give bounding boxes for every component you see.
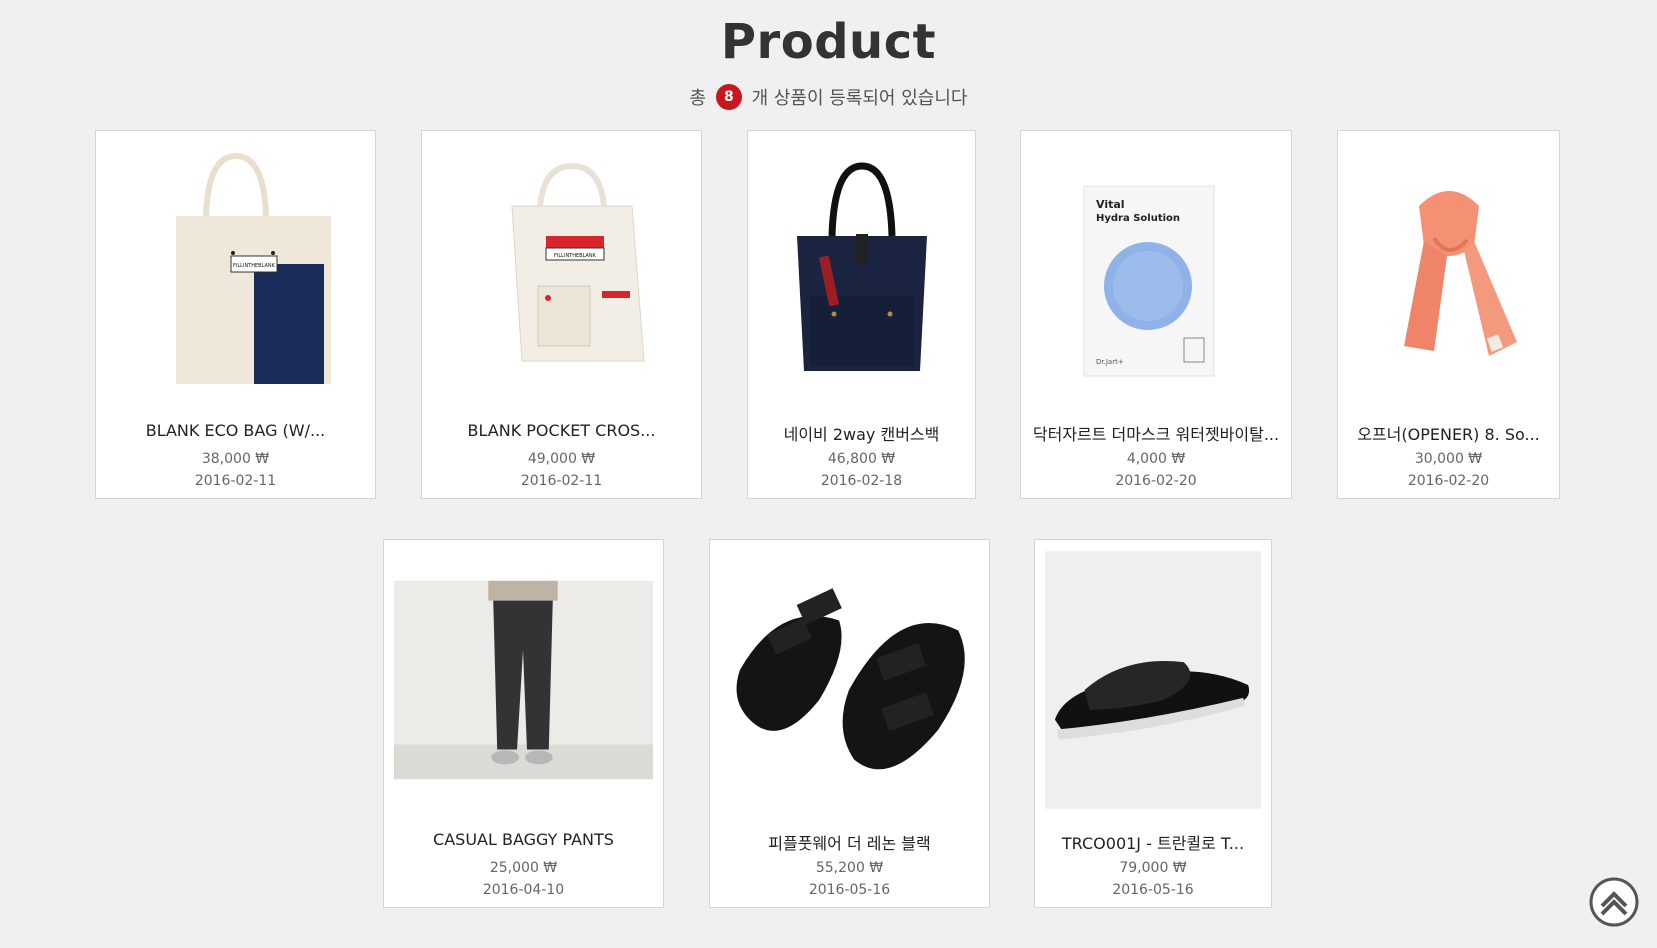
face-mask-image[interactable]: Vital Hydra Solution Dr.Jart+	[1031, 141, 1281, 401]
product-price: 30,000 ₩	[1414, 451, 1483, 467]
navy-canvas-bag-image[interactable]	[758, 141, 965, 401]
count-suffix: 개 상품이 등록되어 있습니다	[751, 88, 968, 109]
product-price: 25,000 ₩	[489, 860, 558, 876]
product-date: 2016-02-18	[820, 473, 903, 489]
scroll-top-button[interactable]	[1588, 876, 1640, 928]
product-name[interactable]: BLANK POCKET CROS...	[428, 421, 695, 440]
product-name[interactable]: 닥터자르트 더마스크 워터젯바이탈...	[1027, 421, 1285, 445]
product-date: 2016-05-16	[1112, 882, 1194, 898]
product-name[interactable]: BLANK ECO BAG (W/...	[102, 421, 369, 440]
eco-bag-image[interactable]: FILLINTHEBLANK	[106, 141, 365, 401]
product-name[interactable]: TRCO001J - 트란퀼로 T...	[1041, 830, 1265, 854]
product-name[interactable]: CASUAL BAGGY PANTS	[390, 830, 657, 849]
product-price: 55,200 ₩	[815, 860, 884, 876]
product-name[interactable]: 오프너(OPENER) 8. So...	[1344, 421, 1553, 445]
baggy-pants-image[interactable]	[394, 550, 653, 810]
product-card-7[interactable]: 피플풋웨어 더 레논 블랙 55,200 ₩ 2016-05-16	[709, 539, 990, 908]
svg-text:FILLINTHEBLANK: FILLINTHEBLANK	[554, 253, 597, 259]
product-date: 2016-02-11	[194, 473, 277, 489]
product-card-4[interactable]: Vital Hydra Solution Dr.Jart+ 닥터자르트 더마스크…	[1020, 130, 1292, 499]
woven-slide-image[interactable]	[1045, 550, 1261, 810]
product-card-5[interactable]: 오프너(OPENER) 8. So... 30,000 ₩ 2016-02-20	[1337, 130, 1560, 499]
product-price: 46,800 ₩	[827, 451, 896, 467]
page-title: Product	[720, 14, 937, 70]
product-card-2[interactable]: FILLINTHEBLANK BLANK POCKET CROS... 49,0…	[421, 130, 702, 499]
product-count-badge: 8	[715, 84, 742, 110]
product-count-line: 총 8 개 상품이 등록되어 있습니다	[0, 84, 1657, 112]
product-card-3[interactable]: 네이비 2way 캔버스백 46,800 ₩ 2016-02-18	[747, 130, 976, 499]
product-card-6[interactable]: CASUAL BAGGY PANTS 25,000 ₩ 2016-04-10	[383, 539, 664, 908]
product-date: 2016-02-20	[1115, 473, 1197, 489]
product-price: 79,000 ₩	[1119, 860, 1187, 876]
product-name[interactable]: 네이비 2way 캔버스백	[754, 421, 969, 445]
svg-text:Dr.Jart+: Dr.Jart+	[1096, 358, 1124, 366]
product-price: 38,000 ₩	[201, 451, 270, 467]
product-card-1[interactable]: FILLINTHEBLANK BLANK ECO BAG (W/... 38,0…	[95, 130, 376, 499]
count-prefix: 총	[689, 88, 707, 109]
product-card-8[interactable]: TRCO001J - 트란퀼로 T... 79,000 ₩ 2016-05-16	[1034, 539, 1272, 908]
product-price: 4,000 ₩	[1126, 451, 1186, 467]
product-date: 2016-05-16	[808, 882, 891, 898]
pocket-cross-bag-image[interactable]: FILLINTHEBLANK	[432, 141, 691, 401]
svg-text:FILLINTHEBLANK: FILLINTHEBLANK	[233, 263, 276, 269]
product-date: 2016-04-10	[482, 882, 565, 898]
product-price: 49,000 ₩	[527, 451, 596, 467]
product-date: 2016-02-11	[520, 473, 603, 489]
black-sandals-image[interactable]	[720, 550, 979, 810]
product-name[interactable]: 피플풋웨어 더 레논 블랙	[716, 830, 983, 854]
svg-text:Hydra Solution: Hydra Solution	[1096, 213, 1180, 224]
svg-text:Vital: Vital	[1096, 198, 1125, 211]
product-date: 2016-02-20	[1407, 473, 1490, 489]
coral-scarf-image[interactable]	[1348, 141, 1549, 401]
chevron-up-icon	[1589, 877, 1639, 927]
